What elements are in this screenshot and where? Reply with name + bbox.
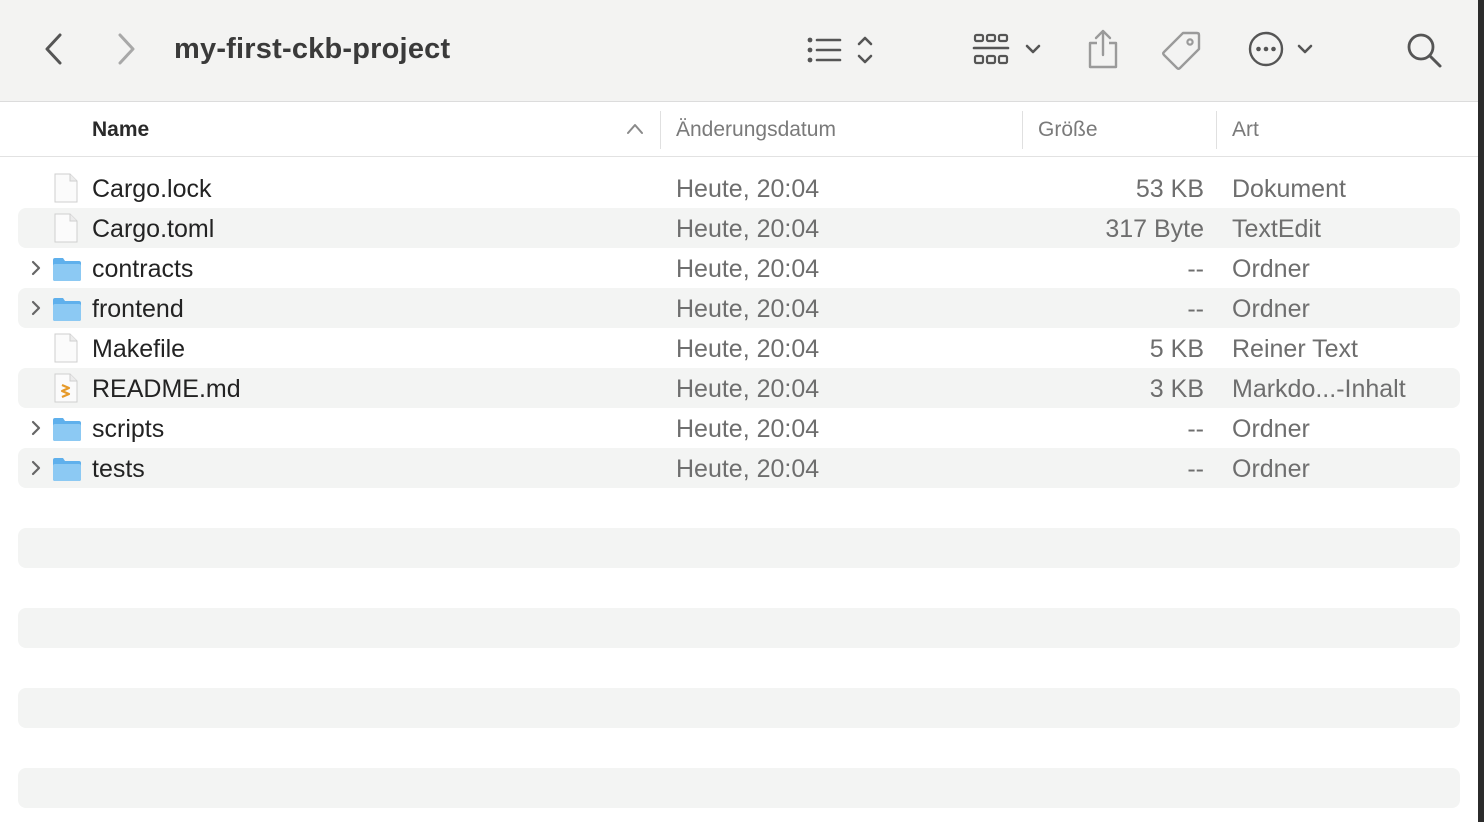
file-kind: Ordner [1232,415,1310,443]
file-size: -- [1187,295,1204,323]
column-date-header[interactable]: Änderungsdatum [676,117,836,143]
toolbar: my-first-ckb-project [0,0,1478,102]
folder-row[interactable]: scripts Heute, 20:04 -- Ordner [18,408,1460,448]
file-name: frontend [92,295,184,323]
empty-row [18,688,1460,728]
file-kind: TextEdit [1232,215,1321,243]
file-kind: Ordner [1232,295,1310,323]
finder-window: my-first-ckb-project Name Änderungsdatum… [0,0,1478,822]
column-divider[interactable] [1216,111,1217,149]
search-icon[interactable] [1404,30,1444,70]
file-date: Heute, 20:04 [676,215,820,243]
empty-row [18,768,1460,808]
file-kind: Ordner [1232,455,1310,483]
forward-icon[interactable] [110,30,142,68]
empty-row [18,608,1460,648]
empty-row [18,528,1460,568]
share-icon[interactable] [1084,26,1122,72]
document-icon [52,173,80,203]
window-edge [1478,0,1484,822]
folder-icon [52,453,81,483]
file-date: Heute, 20:04 [676,295,820,323]
file-date: Heute, 20:04 [676,335,820,363]
file-row[interactable]: Cargo.lock Heute, 20:04 53 KB Dokument [18,168,1460,208]
column-size-header[interactable]: Größe [1038,117,1098,143]
disclosure-triangle-icon[interactable] [28,458,44,478]
markdown-file-icon [52,373,80,403]
folder-icon [52,413,81,443]
column-name-header[interactable]: Name [92,117,149,143]
document-icon [52,333,80,363]
file-row[interactable]: Makefile Heute, 20:04 5 KB Reiner Text [18,328,1460,368]
column-divider[interactable] [1022,111,1023,149]
file-date: Heute, 20:04 [676,375,820,403]
disclosure-triangle-icon[interactable] [28,418,44,438]
file-size: 317 Byte [1105,215,1204,243]
column-header: Name Änderungsdatum Größe Art [0,103,1478,157]
file-date: Heute, 20:04 [676,255,820,283]
file-size: 3 KB [1149,375,1204,403]
folder-row[interactable]: frontend Heute, 20:04 -- Ordner [18,288,1460,328]
more-icon[interactable] [1246,30,1318,68]
file-row[interactable]: Cargo.toml Heute, 20:04 317 Byte TextEdi… [18,208,1460,248]
tag-icon[interactable] [1160,28,1204,72]
list-view-icon[interactable] [804,32,880,68]
folder-icon [52,293,81,323]
file-name: tests [92,455,145,483]
column-divider[interactable] [660,111,661,149]
file-name: scripts [92,415,165,443]
group-icon[interactable] [970,30,1046,68]
window-title: my-first-ckb-project [174,33,451,65]
document-icon [52,213,80,243]
folder-row[interactable]: contracts Heute, 20:04 -- Ordner [18,248,1460,288]
file-date: Heute, 20:04 [676,175,820,203]
file-kind: Ordner [1232,255,1310,283]
file-kind: Reiner Text [1232,335,1358,363]
file-date: Heute, 20:04 [676,455,820,483]
file-size: -- [1187,255,1204,283]
folder-row[interactable]: tests Heute, 20:04 -- Ordner [18,448,1460,488]
file-date: Heute, 20:04 [676,415,820,443]
file-name: Makefile [92,335,186,363]
file-row[interactable]: README.md Heute, 20:04 3 KB Markdo...-In… [18,368,1460,408]
folder-icon [52,253,81,283]
column-kind-header[interactable]: Art [1232,117,1259,143]
disclosure-triangle-icon[interactable] [28,298,44,318]
disclosure-triangle-icon[interactable] [28,258,44,278]
sort-ascending-icon[interactable] [626,122,644,141]
file-name: contracts [92,255,194,283]
file-size: 5 KB [1149,335,1204,363]
file-kind: Markdo...-Inhalt [1232,375,1406,403]
back-icon[interactable] [38,30,70,68]
file-name: Cargo.toml [92,215,215,243]
file-size: -- [1187,455,1204,483]
file-kind: Dokument [1232,175,1346,203]
file-name: README.md [92,375,241,403]
file-size: 53 KB [1135,175,1204,203]
file-size: -- [1187,415,1204,443]
file-name: Cargo.lock [92,175,212,203]
